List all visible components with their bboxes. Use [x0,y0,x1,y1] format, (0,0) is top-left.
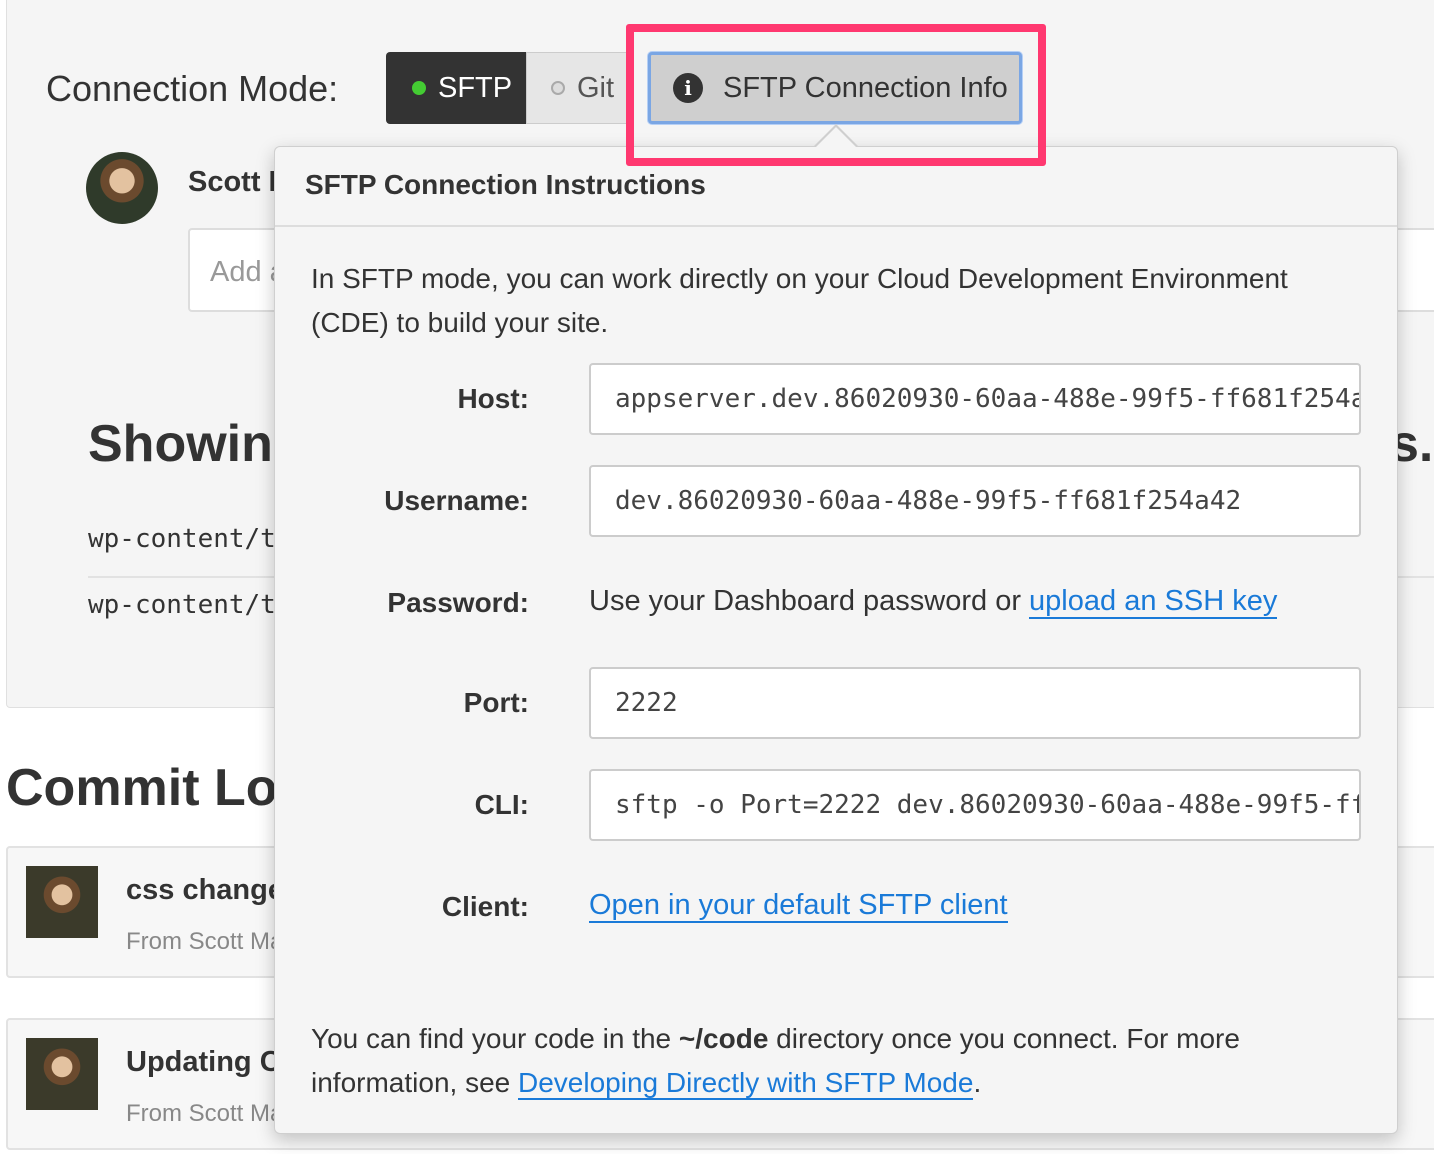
popover-arrow-fill [816,127,856,147]
footer-text: You can find your code in the [311,1023,679,1054]
sftp-mode-button[interactable]: SFTP [386,52,526,124]
password-text: Use your Dashboard password or [589,585,1030,617]
connection-mode-label: Connection Mode: [46,68,339,109]
port-label: Port: [463,687,529,718]
port-field[interactable]: 2222 [589,667,1361,739]
sftp-connection-info-label: SFTP Connection Info [723,71,1008,104]
developing-sftp-mode-link[interactable]: Developing Directly with SFTP Mode [518,1067,974,1100]
changed-file-row[interactable]: wp-content/t [88,590,276,620]
changed-file-row[interactable]: wp-content/t [88,524,276,554]
git-mode-label: Git [577,71,615,104]
username-field[interactable]: dev.86020930-60aa-488e-99f5-ff681f254a42 [589,465,1361,537]
info-icon: i [673,73,703,103]
git-mode-button[interactable]: Git [526,52,630,124]
password-label: Password: [387,587,529,618]
sftp-instructions-popover: SFTP Connection Instructions In SFTP mod… [274,146,1398,1134]
commit-author-avatar [26,1038,98,1110]
commit-author: From Scott Ma [126,928,284,955]
cli-label: CLI: [474,789,529,820]
user-avatar [86,152,158,224]
inactive-status-icon [551,81,565,95]
username-label: Username: [384,485,529,516]
footer-text: . [973,1067,982,1098]
connection-mode-toggle: SFTP Git [386,52,630,124]
host-field[interactable]: appserver.dev.86020930-60aa-488e-99f5-ff… [589,363,1361,435]
code-directory: ~/code [678,1023,769,1054]
commit-log-heading: Commit Log [6,759,310,817]
upload-ssh-key-link[interactable]: upload an SSH key [1029,585,1278,619]
client-info: Open in your default SFTP client [589,889,1008,923]
popover-intro: In SFTP mode, you can work directly on y… [311,263,1288,338]
host-label: Host: [457,383,529,414]
popover-title: SFTP Connection Instructions [275,147,1397,227]
open-sftp-client-link[interactable]: Open in your default SFTP client [589,889,1008,923]
commit-author: From Scott Ma [126,1100,284,1127]
commit-author-avatar [26,866,98,938]
password-info: Use your Dashboard password or upload an… [589,585,1278,619]
cli-field[interactable]: sftp -o Port=2222 dev.86020930-60aa-488e… [589,769,1361,841]
active-status-icon [412,81,426,95]
popover-footer: You can find your code in the ~/code dir… [311,1017,1371,1105]
sftp-connection-info-button[interactable]: i SFTP Connection Info [648,52,1022,124]
showing-heading: Showing [88,415,305,473]
client-label: Client: [441,891,529,922]
sftp-mode-label: SFTP [438,71,513,104]
